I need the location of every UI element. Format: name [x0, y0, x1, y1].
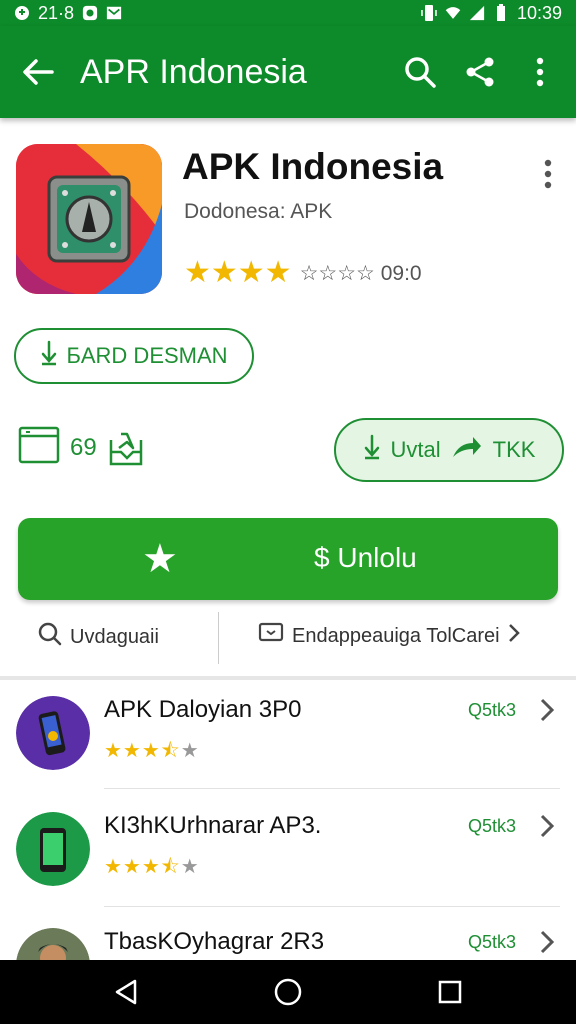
- app-avatar: [16, 696, 90, 770]
- download-icon: [363, 434, 381, 466]
- back-arrow-icon[interactable]: [12, 46, 64, 98]
- star-icon: ★: [142, 537, 178, 581]
- app-logo: [16, 144, 162, 294]
- search-icon[interactable]: [396, 48, 444, 96]
- install-button[interactable]: Uvtal TKK: [334, 418, 564, 482]
- navigation-bar: [0, 960, 576, 1024]
- app-name: APK Indonesia: [182, 146, 444, 187]
- divider: [218, 612, 219, 664]
- signal-icon: [469, 5, 485, 21]
- app-avatar: [16, 812, 90, 886]
- row-divider: [104, 788, 560, 789]
- sub-link-left-label: Uvdaguaii: [70, 625, 159, 648]
- primary-action-button[interactable]: ★ $ Unlolu: [18, 518, 558, 600]
- mail-icon: [106, 5, 122, 21]
- chevron-right-icon: [538, 696, 558, 724]
- chevron-right-icon: [538, 928, 558, 956]
- list-item-rating: ★★★⯪★: [104, 740, 200, 762]
- download-icon: [40, 340, 58, 372]
- primary-action-label: $ Unlolu: [314, 542, 417, 573]
- battery-icon: [493, 4, 509, 21]
- app-rating: ★★★★ ☆☆☆☆ 09:0: [184, 258, 422, 288]
- list-item-title: APK Daloyian 3P0: [104, 696, 302, 723]
- list-item-price: Q5tk3: [468, 932, 517, 952]
- more-vert-icon[interactable]: [516, 48, 564, 96]
- chevron-right-icon: [538, 812, 558, 840]
- app-more-icon[interactable]: [532, 156, 564, 192]
- notification-icon: [14, 5, 30, 21]
- sub-link-left[interactable]: Uvdaguaii: [38, 622, 159, 652]
- list-item-price: Q5tk3: [468, 816, 517, 836]
- install-label-right: TKK: [492, 437, 536, 462]
- list-item-price: Q5tk3: [468, 700, 517, 720]
- app-bar: APR Indonesia: [0, 26, 576, 118]
- install-label-left: Uvtal: [390, 437, 441, 462]
- list-item-title: KI3hKUrhnarar AP3.: [104, 812, 322, 839]
- list-item[interactable]: KI3hKUrhnarar AP3. ★★★⯪★ Q5tk3: [0, 798, 576, 914]
- app-subtitle: Dodonesa: APK: [184, 200, 333, 223]
- vibrate-icon: [421, 5, 437, 21]
- star-icon: ★★★★: [184, 256, 292, 289]
- wifi-icon: [445, 5, 461, 21]
- search-icon: [38, 622, 62, 652]
- sub-link-right-label: Endappeauiga TolCarei: [292, 624, 500, 647]
- nav-back-icon[interactable]: [108, 974, 144, 1010]
- rating-text: ☆☆☆☆ 09:0: [299, 261, 422, 285]
- section-divider: [0, 676, 576, 680]
- app-bar-title: APR Indonesia: [80, 52, 307, 91]
- share-arrow-icon: [451, 435, 483, 465]
- info-row: 69: [18, 424, 145, 471]
- sub-link-right[interactable]: Endappeauiga TolCarei: [258, 622, 520, 650]
- app-notification-icon: [82, 5, 98, 21]
- info-count: 69: [70, 433, 97, 461]
- nav-home-icon[interactable]: [270, 974, 306, 1010]
- chevron-right-icon: [508, 623, 520, 649]
- download-outline-button[interactable]: БARD DESMAN: [14, 328, 254, 384]
- nav-recents-icon[interactable]: [432, 974, 468, 1010]
- share-icon[interactable]: [456, 48, 504, 96]
- list-item-rating: ★★★⯪★: [104, 856, 200, 878]
- status-bar: 21·8 10:39: [0, 0, 576, 26]
- row-divider: [104, 906, 560, 907]
- message-box-icon: [258, 622, 284, 650]
- status-time-left: 21·8: [38, 2, 75, 23]
- status-time-right: 10:39: [516, 2, 562, 23]
- share-box-icon[interactable]: [107, 424, 145, 471]
- download-outline-label: БARD DESMAN: [66, 343, 228, 368]
- list-item-title: TbasKOyhagrar 2R3: [104, 928, 325, 955]
- list-item[interactable]: APK Daloyian 3P0 ★★★⯪★ Q5tk3: [0, 682, 576, 798]
- window-icon: [18, 426, 60, 469]
- sub-links: Uvdaguaii Endappeauiga TolCarei: [0, 612, 576, 666]
